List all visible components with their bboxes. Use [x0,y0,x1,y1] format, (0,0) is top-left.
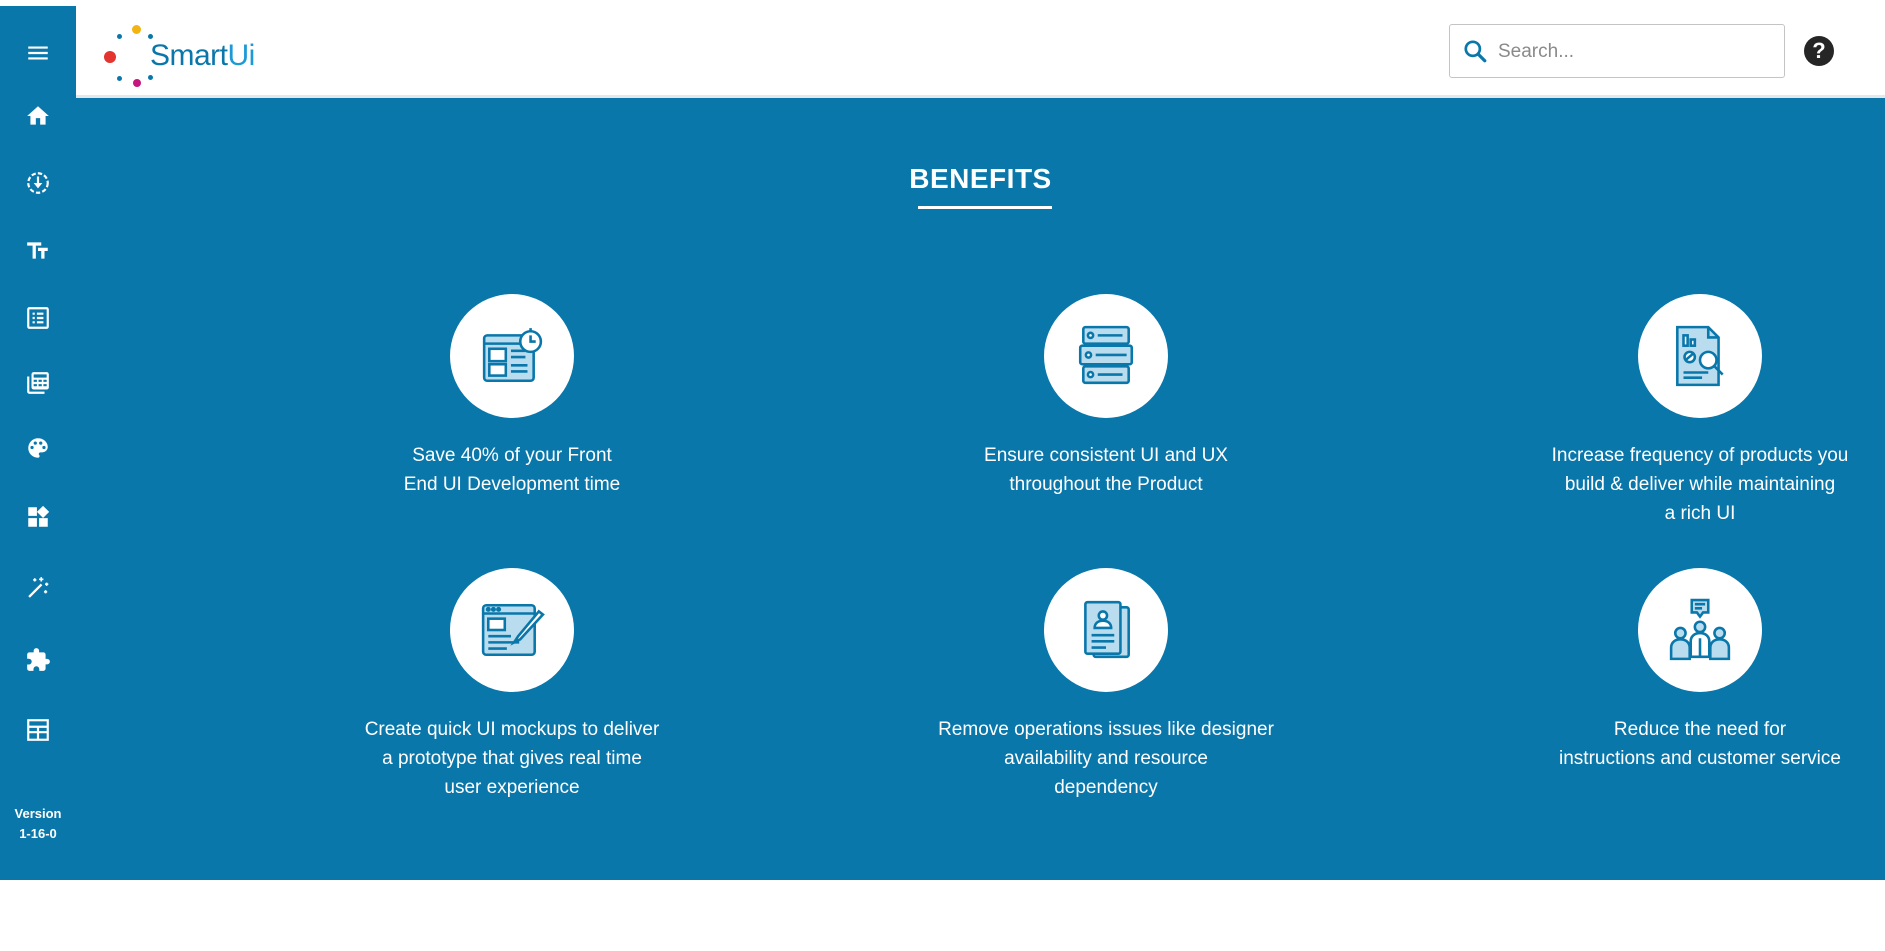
version-info: Version 1-16-0 [0,804,76,844]
logo-text-ui: Ui [227,39,256,72]
benefit-icon-circle [450,568,574,692]
logo-text-smart: Smart [150,39,228,72]
server-stack-icon [1078,325,1134,385]
typography-icon [27,242,48,259]
benefit-icon-circle [1044,568,1168,692]
sidebar-item-extensions[interactable] [0,638,76,682]
benefit-text: Remove operations issues like designer a… [938,719,1274,798]
timer-browser-icon [482,328,543,383]
benefit-text: Save 40% of your Front End UI Developmen… [403,445,621,495]
benefit-icon-circle [450,294,574,418]
sidebar-item-magic[interactable] [0,566,76,610]
sidebar-item-widgets[interactable] [0,495,76,539]
smartui-logo[interactable]: SmartUi [100,20,255,87]
widgets-icon [28,505,50,527]
home-icon [27,106,49,125]
benefits-section: BENEFITS Save 40% of your Front End UI D… [76,98,1885,880]
team-support-icon [1669,598,1731,661]
version-label: Version [14,806,62,821]
benefit-card: Save 40% of your Front End UI Developmen… [302,294,722,499]
search-input[interactable] [1496,35,1776,69]
sidebar: Version 1-16-0 [0,6,76,880]
benefit-icon-circle [1638,568,1762,692]
calculator-icon [27,372,49,394]
download-cycle-icon [27,172,49,194]
benefit-text: Reduce the need for instructions and cus… [1559,719,1841,769]
search-box[interactable] [1449,24,1785,78]
palette-icon [28,438,48,458]
sidebar-item-typography[interactable] [0,229,76,273]
sidebar-item-calculator[interactable] [0,361,76,405]
benefit-card: Reduce the need for instructions and cus… [1490,568,1885,773]
search-icon [1464,40,1487,63]
logo-dot [132,25,141,34]
design-brush-icon [481,603,545,657]
sidebar-item-download[interactable] [0,161,76,205]
benefit-icon-circle [1044,294,1168,418]
benefit-card: Ensure consistent UI and UX throughout t… [896,294,1316,499]
puzzle-icon [27,648,50,671]
sidebar-item-palette[interactable] [0,426,76,470]
help-button[interactable]: ? [1804,36,1834,66]
section-title: BENEFITS [909,163,1052,194]
list-icon [27,307,49,329]
report-search-icon [1676,325,1724,387]
sidebar-item-table[interactable] [0,708,76,752]
benefit-icon-circle [1638,294,1762,418]
benefit-card: Remove operations issues like designer a… [896,568,1316,802]
logo-dot [104,51,116,63]
help-icon: ? [1812,38,1826,63]
benefit-card: Increase frequency of products you build… [1490,294,1885,528]
sidebar-item-list[interactable] [0,296,76,340]
version-number: 1-16-0 [19,826,57,841]
header: SmartUi ? [76,6,1885,98]
magic-wand-icon [28,577,49,598]
benefit-text: Create quick UI mockups to deliver a pro… [364,719,660,798]
logo-dot [148,75,153,80]
logo-text: SmartUi [150,39,255,73]
logo-dot [117,34,122,39]
title-underline [918,206,1052,209]
hamburger-menu-icon [28,46,48,60]
sidebar-item-home[interactable] [0,94,76,138]
benefit-card: Create quick UI mockups to deliver a pro… [302,568,722,802]
benefit-text: Increase frequency of products you build… [1551,445,1849,524]
menu-toggle-button[interactable] [0,31,76,75]
profile-documents-icon [1084,600,1130,659]
logo-dot [117,76,122,81]
benefit-text: Ensure consistent UI and UX throughout t… [984,445,1228,495]
table-icon [27,719,49,741]
logo-dot [133,79,141,87]
